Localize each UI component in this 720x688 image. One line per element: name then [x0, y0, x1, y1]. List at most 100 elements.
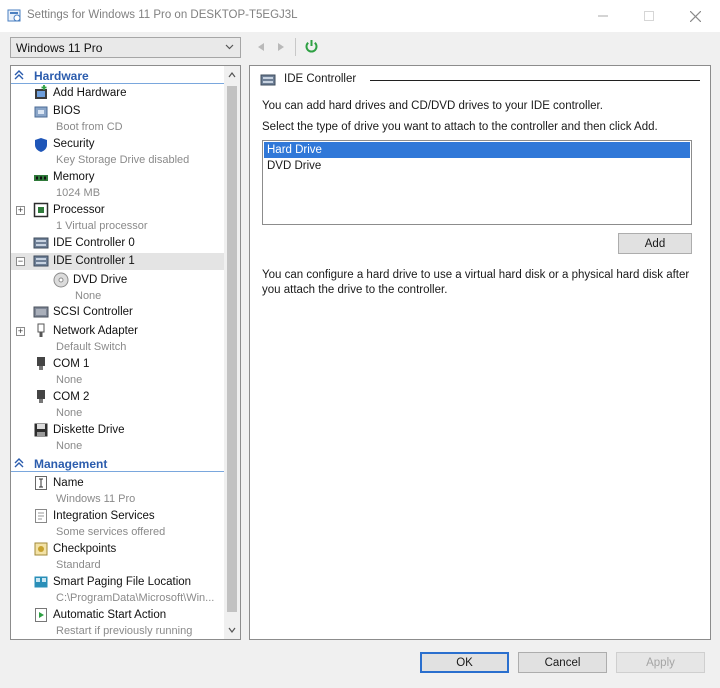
tree-item-detail: Windows 11 Pro [56, 493, 136, 505]
ide-controller-icon [33, 255, 49, 267]
start-action-icon [35, 608, 47, 622]
tree-item-detail: Key Storage Drive disabled [56, 154, 190, 166]
tree-item-ide-controller-1[interactable]: − IDE Controller 1 [11, 253, 224, 270]
tree-item-label: Network Adapter [53, 325, 139, 337]
tree-item-label: DVD Drive [73, 274, 128, 286]
integration-services-icon [35, 509, 47, 523]
tree-item-detail: None [56, 407, 83, 419]
tree-item-scsi-controller[interactable]: SCSI Controller [11, 304, 224, 321]
checkpoint-icon [34, 542, 48, 556]
forward-arrow-icon [278, 43, 284, 51]
tree-item-security[interactable]: Security Key Storage Drive disabled [11, 136, 224, 168]
tree-item-dvd-drive[interactable]: DVD Drive None [11, 271, 224, 303]
cancel-button[interactable]: Cancel [518, 652, 607, 673]
tree-item-label: Smart Paging File Location [53, 576, 192, 588]
tree-item-ide-controller-0[interactable]: IDE Controller 0 [11, 235, 224, 252]
tree-item-memory[interactable]: Memory 1024 MB [11, 169, 224, 201]
tree-item-label: Diskette Drive [53, 424, 125, 436]
group-header: IDE Controller [260, 73, 700, 87]
toolbar-separator [295, 38, 296, 56]
back-arrow-icon [258, 43, 264, 51]
info-text: You can configure a hard drive to use a … [262, 269, 690, 296]
tree-item-add-hardware[interactable]: Add Hardware [11, 85, 224, 102]
list-item-hard-drive[interactable]: Hard Drive [264, 142, 690, 158]
power-refresh-icon[interactable] [304, 39, 319, 54]
shield-icon [35, 138, 47, 152]
vm-selector-dropdown[interactable]: Windows 11 Pro [10, 37, 241, 58]
detail-pane: IDE Controller You can add hard drives a… [249, 65, 711, 640]
tree-item-detail: None [56, 440, 83, 452]
expand-plus-icon[interactable]: + [16, 327, 25, 336]
group-divider [370, 80, 700, 81]
minimize-icon [598, 15, 608, 17]
vm-selector-value: Windows 11 Pro [16, 40, 103, 55]
tree-item-processor[interactable]: + Processor 1 Virtual processor [11, 202, 224, 234]
maximize-icon [644, 11, 654, 21]
tree-item-smart-paging[interactable]: Smart Paging File Location C:\ProgramDat… [11, 573, 224, 605]
processor-icon [33, 202, 49, 218]
tree-item-network-adapter[interactable]: + Network Adapter Default Switch [11, 322, 224, 354]
paging-file-icon [34, 576, 48, 588]
close-icon [689, 10, 701, 22]
tree-item-detail: Restart if previously running [56, 625, 193, 637]
list-item-dvd-drive[interactable]: DVD Drive [264, 158, 690, 174]
tree-item-bios[interactable]: BIOS Boot from CD [11, 103, 224, 135]
name-tag-icon [35, 476, 47, 490]
ide-controller-icon [260, 74, 276, 86]
apply-button[interactable]: Apply [616, 652, 705, 673]
ok-button[interactable]: OK [420, 652, 509, 673]
com-port-icon [37, 390, 45, 403]
tree-item-detail: 1 Virtual processor [56, 220, 148, 232]
tree-item-detail: Some services offered [56, 526, 166, 538]
collapse-caret-icon [14, 70, 24, 80]
back-button[interactable] [254, 40, 268, 54]
description-line-1: You can add hard drives and CD/DVD drive… [262, 100, 603, 112]
scrollbar-thumb[interactable] [227, 86, 237, 612]
tree-item-detail: C:\ProgramData\Microsoft\Win... [56, 592, 215, 604]
collapse-minus-icon[interactable]: − [16, 257, 25, 266]
tree-item-label: IDE Controller 1 [53, 255, 135, 267]
add-hardware-icon [35, 85, 47, 99]
tree-item-automatic-start-action[interactable]: Automatic Start Action Restart if previo… [11, 606, 224, 638]
tree-item-label: SCSI Controller [53, 306, 133, 318]
tree-item-label: Security [53, 138, 95, 150]
tree-item-label: COM 2 [53, 391, 90, 403]
tree-item-label: Automatic Start Action [53, 609, 167, 621]
tree-item-label: Checkpoints [53, 543, 117, 555]
maximize-button[interactable] [626, 0, 672, 32]
tree-item-com-2[interactable]: COM 2 None [11, 388, 224, 420]
tree-item-detail: Standard [56, 559, 101, 571]
ide-controller-icon [33, 237, 49, 249]
forward-button[interactable] [274, 40, 288, 54]
expand-plus-icon[interactable]: + [16, 206, 25, 215]
tree-item-label: Memory [53, 171, 95, 183]
tree-item-com-1[interactable]: COM 1 None [11, 355, 224, 387]
description-line-2: Select the type of drive you want to att… [262, 121, 658, 133]
minimize-button[interactable] [580, 0, 626, 32]
tree-item-detail: Default Switch [56, 341, 127, 353]
scroll-down-icon[interactable] [228, 626, 236, 634]
tree-item-label: BIOS [53, 105, 81, 117]
tree-scrollbar[interactable] [224, 66, 240, 639]
tree-item-detail: Boot from CD [56, 121, 123, 133]
tree-item-label: IDE Controller 0 [53, 237, 135, 249]
tree-item-label: Add Hardware [53, 87, 127, 99]
scroll-up-icon[interactable] [228, 71, 236, 79]
section-header-management[interactable]: Management [11, 456, 224, 472]
drive-type-listbox[interactable]: Hard Drive DVD Drive [262, 140, 692, 225]
add-button[interactable]: Add [618, 233, 692, 254]
tree-item-integration-services[interactable]: Integration Services Some services offer… [11, 507, 224, 539]
bios-chip-icon [34, 106, 48, 118]
chevron-down-icon [225, 44, 234, 50]
tree-item-name[interactable]: Name Windows 11 Pro [11, 474, 224, 506]
section-header-hardware[interactable]: Hardware [11, 68, 224, 84]
tree-item-detail: None [75, 290, 102, 302]
navigation-arrows [254, 40, 288, 54]
tree-item-checkpoints[interactable]: Checkpoints Standard [11, 540, 224, 572]
memory-module-icon [34, 175, 48, 181]
tree-item-diskette-drive[interactable]: Diskette Drive None [11, 421, 224, 453]
tree-item-label: COM 1 [53, 358, 90, 370]
close-button[interactable] [672, 0, 718, 32]
title-bar: Settings for Windows 11 Pro on DESKTOP-T… [0, 0, 720, 32]
window-title: Settings for Windows 11 Pro on DESKTOP-T… [27, 9, 298, 21]
